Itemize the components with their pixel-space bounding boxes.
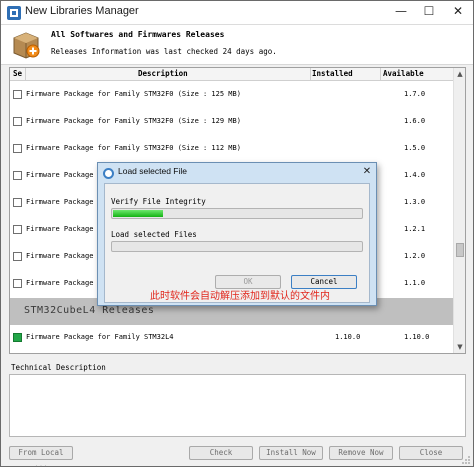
verify-integrity-label: Verify File Integrity xyxy=(111,197,206,206)
column-description[interactable]: Description xyxy=(138,69,188,78)
group-label: STM32CubeL4 Releases xyxy=(24,305,155,316)
column-divider xyxy=(310,68,311,80)
row-available: 1.5.0 xyxy=(404,144,426,152)
remove-now-button[interactable]: Remove Now xyxy=(329,446,393,460)
resize-grip-icon[interactable] xyxy=(461,455,471,465)
header-subtitle: Releases Information was last checked 24… xyxy=(51,47,277,56)
dialog-app-icon xyxy=(103,168,114,179)
header-panel: All Softwares and Firmwares Releases Rel… xyxy=(1,25,473,65)
row-checkbox[interactable] xyxy=(13,279,22,288)
row-available: 1.4.0 xyxy=(404,171,426,179)
column-divider xyxy=(380,68,381,80)
package-box-icon xyxy=(13,32,40,59)
maximize-button[interactable]: ☐ xyxy=(415,1,443,22)
from-local-button[interactable]: From Local ... xyxy=(9,446,73,467)
row-available: 1.1.0 xyxy=(404,279,426,287)
table-row-installed[interactable]: Firmware Package for Family STM32L4 1.10… xyxy=(10,325,453,352)
verify-progress-bar xyxy=(111,208,363,219)
minimize-button[interactable]: — xyxy=(387,1,415,22)
technical-description-label: Technical Description xyxy=(11,363,106,372)
verify-progress-fill xyxy=(113,210,163,217)
dialog-close-icon[interactable]: ✕ xyxy=(360,165,374,179)
row-checkbox[interactable] xyxy=(13,171,22,180)
row-checkbox[interactable] xyxy=(13,117,22,126)
title-bar[interactable]: New Libraries Manager — ☐ ✕ xyxy=(1,1,473,25)
dialog-body: Verify File Integrity Load selected File… xyxy=(104,183,370,303)
table-header: Se Description Installed Available xyxy=(10,68,453,81)
load-progress-bar xyxy=(111,241,363,252)
row-available: 1.10.0 xyxy=(404,333,430,341)
column-available[interactable]: Available xyxy=(383,69,424,78)
scroll-thumb[interactable] xyxy=(456,243,464,257)
row-available: 1.6.0 xyxy=(404,117,426,125)
scroll-down-icon[interactable]: ▼ xyxy=(454,341,465,353)
vertical-scrollbar[interactable]: ▲ ▼ xyxy=(453,68,465,353)
column-installed[interactable]: Installed xyxy=(312,69,353,78)
table-row[interactable]: Firmware Package for Family STM32F0 (Siz… xyxy=(10,82,453,109)
row-description: Firmware Package for Family STM32F0 (Siz… xyxy=(26,90,241,98)
app-icon xyxy=(7,6,21,20)
row-description: Firmware Package for Family STM32F0 (Siz… xyxy=(26,117,241,125)
row-description: Firmware Package for Family STM32F0 (Siz… xyxy=(26,144,241,152)
annotation-text: 此时软件会自动解压添加到默认的文件内 xyxy=(150,291,330,302)
row-description: Firmware Package fo xyxy=(26,225,107,233)
row-checkbox[interactable] xyxy=(13,225,22,234)
row-checkbox[interactable] xyxy=(13,144,22,153)
window-title: New Libraries Manager xyxy=(25,5,139,17)
row-description: Firmware Package fo xyxy=(26,171,107,179)
row-description: Firmware Package fo xyxy=(26,198,107,206)
table-row[interactable]: Firmware Package for Family STM32F0 (Siz… xyxy=(10,136,453,163)
row-description: Firmware Package fo xyxy=(26,279,107,287)
row-checkbox[interactable] xyxy=(13,90,22,99)
dialog-title: Load selected File xyxy=(118,166,187,176)
column-select[interactable]: Se xyxy=(13,69,22,78)
technical-description-box[interactable] xyxy=(9,374,466,437)
row-available: 1.3.0 xyxy=(404,198,426,206)
installed-status-icon[interactable] xyxy=(13,333,22,342)
row-available: 1.7.0 xyxy=(404,90,426,98)
table-row[interactable]: Firmware Package for Family STM32F0 (Siz… xyxy=(10,109,453,136)
row-installed: 1.10.0 xyxy=(335,333,361,341)
row-checkbox[interactable] xyxy=(13,198,22,207)
close-button[interactable]: Close xyxy=(399,446,463,460)
header-title: All Softwares and Firmwares Releases xyxy=(51,30,225,39)
row-available: 1.2.0 xyxy=(404,252,426,260)
row-description: Firmware Package fo xyxy=(26,252,107,260)
install-now-button[interactable]: Install Now xyxy=(259,446,323,460)
row-checkbox[interactable] xyxy=(13,252,22,261)
row-available: 1.2.1 xyxy=(404,225,426,233)
load-files-label: Load selected Files xyxy=(111,230,197,239)
scroll-up-icon[interactable]: ▲ xyxy=(454,68,465,80)
close-window-button[interactable]: ✕ xyxy=(443,1,473,22)
row-description: Firmware Package for Family STM32L4 xyxy=(26,333,174,341)
load-selected-file-dialog: Load selected File ✕ Verify File Integri… xyxy=(97,162,377,306)
check-button[interactable]: Check xyxy=(189,446,253,460)
column-divider xyxy=(25,68,26,80)
